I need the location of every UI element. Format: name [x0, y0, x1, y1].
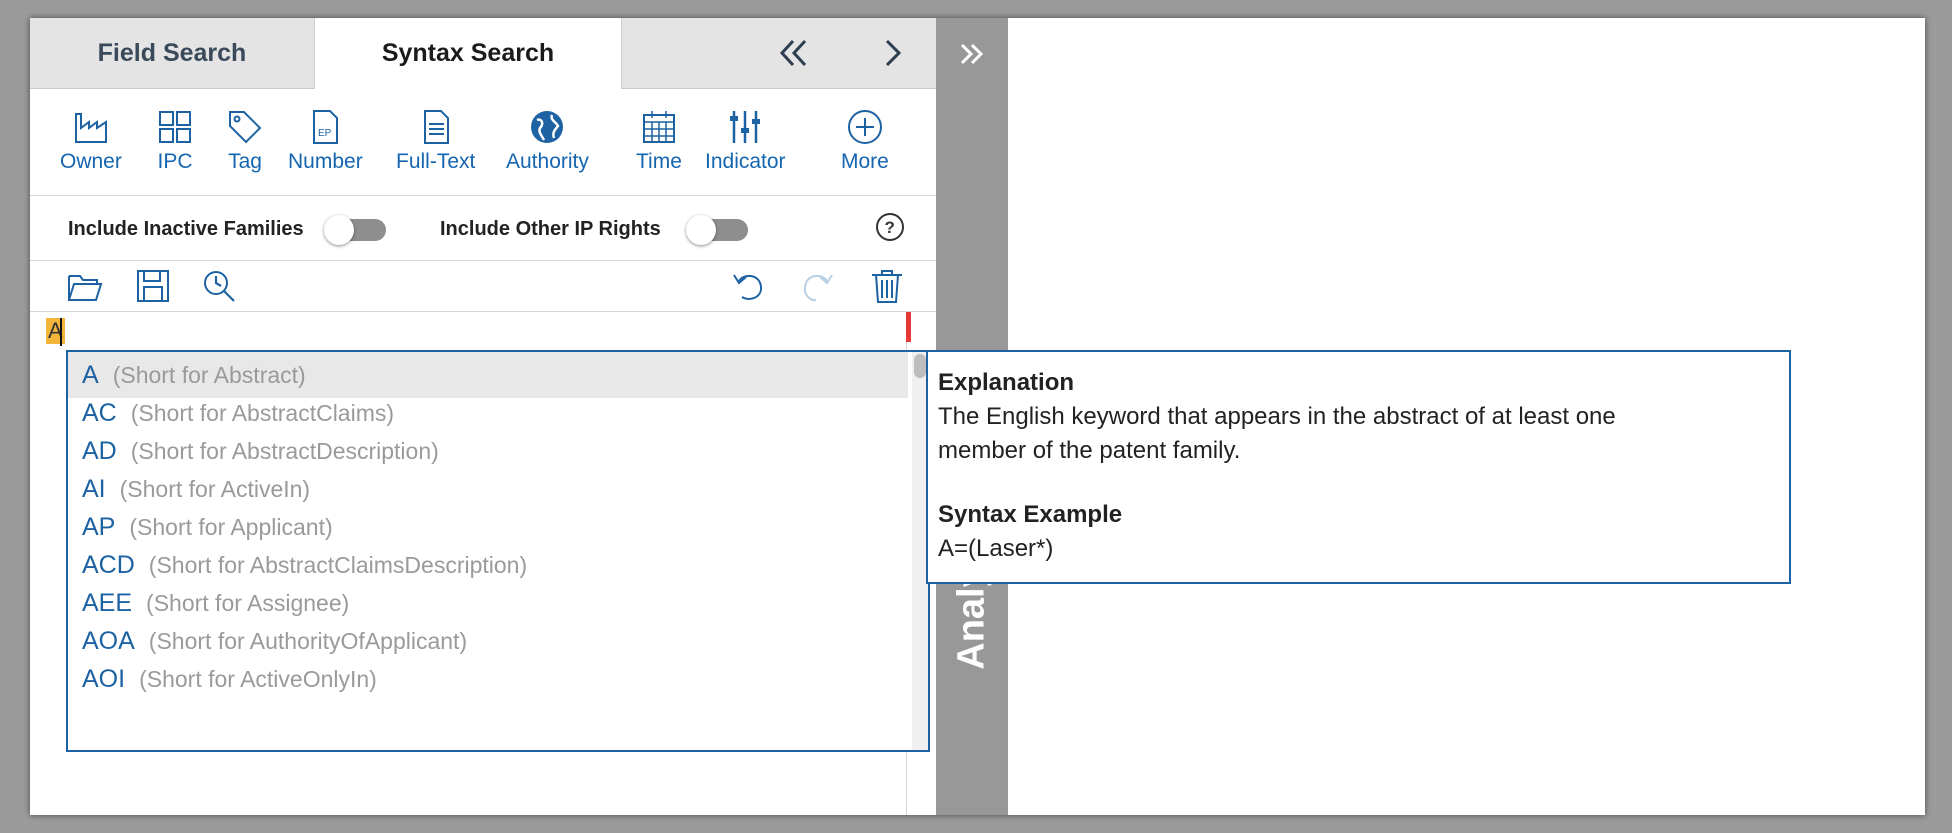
globe-icon	[531, 111, 564, 143]
field-description: (Short for ActiveOnlyIn)	[139, 665, 377, 692]
help-icon[interactable]: ?	[875, 212, 905, 242]
syntax-example-heading: Syntax Example	[938, 501, 1123, 528]
scrollbar-thumb[interactable]	[914, 354, 926, 378]
syntax-example-text: A=(Laser*)	[938, 535, 1054, 562]
explanation-heading: Explanation	[938, 369, 1075, 396]
field-code: AD	[82, 436, 117, 465]
autocomplete-dropdown: A (Short for Abstract) AC (Short for Abs…	[66, 350, 930, 752]
tool-number[interactable]: EP Number	[288, 108, 363, 174]
open-folder-icon[interactable]	[66, 267, 104, 305]
tool-label: Indicator	[705, 150, 786, 173]
field-description: (Short for AuthorityOfApplicant)	[148, 627, 468, 654]
field-code: AOI	[82, 664, 126, 693]
calendar-icon	[642, 111, 675, 143]
tool-more[interactable]: More	[841, 108, 889, 174]
tab-syntax-search[interactable]: Syntax Search	[314, 18, 622, 89]
field-code: AEE	[82, 588, 133, 617]
field-code: A	[82, 360, 99, 389]
save-icon[interactable]	[134, 267, 172, 305]
document-icon	[423, 110, 449, 144]
field-code: ACD	[82, 550, 135, 579]
explanation-text-line2: member of the patent family.	[938, 437, 1241, 464]
tag-icon	[229, 111, 262, 144]
field-description: (Short for Applicant)	[129, 513, 333, 540]
tool-label: Time	[636, 150, 682, 173]
autocomplete-item[interactable]: AOI (Short for ActiveOnlyIn)	[68, 656, 908, 702]
field-code: AP	[82, 512, 116, 541]
other-ip-rights-label: Include Other IP Rights	[440, 218, 661, 240]
field-toolbar: Owner IPC Tag EP Number Full-Text Author…	[30, 88, 936, 196]
other-ip-rights-toggle[interactable]	[686, 215, 748, 245]
chevron-right-icon[interactable]	[868, 28, 918, 78]
trash-icon[interactable]	[868, 267, 906, 305]
svg-text:?: ?	[885, 218, 895, 237]
history-search-icon[interactable]	[200, 267, 238, 305]
tool-full-text[interactable]: Full-Text	[396, 108, 475, 174]
explanation-popup: Explanation The English keyword that app…	[926, 350, 1791, 584]
undo-icon[interactable]	[730, 267, 768, 305]
filter-toggles: Include Inactive Families Include Other …	[30, 196, 936, 261]
tab-field-search[interactable]: Field Search	[30, 18, 314, 88]
tool-ipc[interactable]: IPC	[156, 108, 194, 174]
ep-document-icon: EP	[313, 110, 339, 144]
field-code: AC	[82, 398, 117, 427]
field-description: (Short for AbstractClaims)	[130, 399, 395, 426]
error-marker	[906, 312, 911, 342]
redo-icon[interactable]	[798, 267, 836, 305]
factory-icon	[74, 113, 107, 143]
tool-label: Full-Text	[396, 150, 476, 173]
tool-label: Tag	[228, 150, 262, 173]
field-code: AI	[82, 474, 106, 503]
field-description: (Short for AbstractDescription)	[130, 437, 439, 464]
grid-icon	[159, 111, 191, 143]
tool-indicator[interactable]: Indicator	[705, 108, 786, 174]
tab-bar: Field Search Syntax Search	[30, 18, 936, 89]
sliders-icon	[730, 111, 761, 143]
field-description: (Short for Assignee)	[146, 589, 350, 616]
field-code: AOA	[82, 626, 135, 655]
tool-label: More	[841, 150, 889, 173]
tool-authority[interactable]: Authority	[506, 108, 589, 174]
field-description: (Short for Abstract)	[112, 361, 306, 388]
field-description: (Short for ActiveIn)	[119, 475, 311, 502]
inactive-families-toggle[interactable]	[324, 215, 386, 245]
search-panel: Field Search Syntax Search Owner IPC Tag	[30, 18, 936, 815]
expand-double-right-icon[interactable]	[952, 34, 992, 74]
explanation-text-line1: The English keyword that appears in the …	[938, 403, 1616, 430]
tool-tag[interactable]: Tag	[226, 108, 264, 174]
tool-owner[interactable]: Owner	[60, 108, 122, 174]
plus-circle-icon	[847, 110, 882, 144]
tool-label: IPC	[157, 150, 193, 173]
tool-time[interactable]: Time	[636, 108, 682, 174]
text-caret	[60, 318, 62, 346]
inactive-families-label: Include Inactive Families	[68, 218, 304, 240]
field-description: (Short for AbstractClaimsDescription)	[148, 551, 528, 578]
app-window: Field Search Syntax Search Owner IPC Tag	[30, 18, 1925, 815]
tool-label: Authority	[506, 150, 589, 173]
collapse-double-left-icon[interactable]	[768, 28, 818, 78]
editor-actions	[30, 261, 936, 312]
svg-text:EP: EP	[318, 128, 332, 139]
tool-label: Owner	[60, 150, 122, 173]
tool-label: Number	[288, 150, 363, 173]
